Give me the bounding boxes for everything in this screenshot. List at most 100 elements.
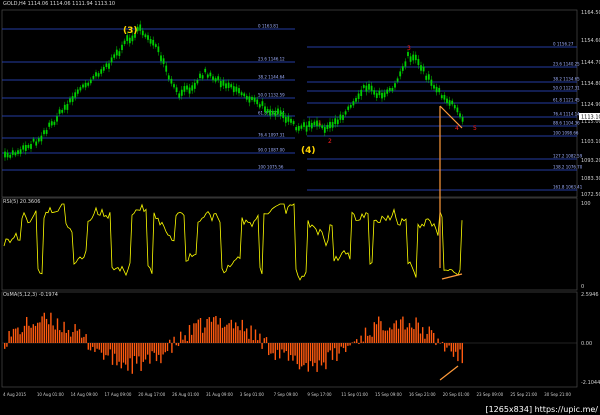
candle-body <box>32 138 35 142</box>
osma-bar <box>419 333 422 343</box>
osma-bar <box>191 334 193 343</box>
time-tick-label: 14 Aug 09:00 <box>71 392 98 397</box>
candle-body <box>264 106 266 113</box>
osma-bar <box>349 343 351 346</box>
osma-bar <box>114 343 116 354</box>
osma-bar <box>125 343 127 365</box>
candle-body <box>175 87 178 93</box>
osma-bar <box>153 343 155 353</box>
osma-bar <box>160 343 162 364</box>
osma-bar <box>120 343 122 369</box>
candle-body <box>297 125 300 131</box>
main-panel-frame <box>1 9 578 198</box>
fib-label-right: 127.2 1082.59 <box>553 154 583 159</box>
osma-bar <box>171 343 173 353</box>
candle-body <box>113 54 116 58</box>
osma-bar <box>155 343 158 362</box>
candle-body <box>453 105 456 109</box>
symbol-title: GOLD,H4 <box>3 1 26 7</box>
chart-canvas[interactable]: 1164.501154.601144.701134.801124.901115.… <box>0 0 600 415</box>
osma-bar <box>281 343 283 350</box>
osma-bar <box>452 343 455 357</box>
osma-bar <box>19 334 21 343</box>
time-tick-label: 11 Sep 01:00 <box>341 392 368 397</box>
osma-bar <box>193 323 195 343</box>
candle-body <box>82 84 84 88</box>
osma-bar <box>8 331 10 343</box>
candle-body <box>147 35 149 40</box>
price-tick-label: 1164.50 <box>581 10 600 16</box>
osma-bar <box>136 343 138 364</box>
osma-bar <box>45 318 48 343</box>
arrow-osma <box>439 365 459 381</box>
osma-bar <box>166 343 169 352</box>
candle-body <box>253 97 256 102</box>
osma-bar <box>411 327 413 343</box>
candle-body <box>63 104 66 110</box>
time-tick-label: 26 Aug 01:00 <box>172 392 199 397</box>
osma-bar <box>417 322 419 343</box>
candle-body <box>69 98 71 103</box>
candle-body <box>201 75 204 79</box>
osma-bar <box>314 343 316 363</box>
wave-label-4: (4) <box>301 146 316 156</box>
ohlc-high: 1114.06 <box>49 1 71 7</box>
candle-body <box>417 58 420 66</box>
fib-label-right: 50.0 1127.31 <box>553 86 580 91</box>
fib-label-left: 0 1163.81 <box>258 24 279 29</box>
osma-bar <box>228 323 230 343</box>
candle-body <box>440 95 443 99</box>
candle-body <box>451 100 454 105</box>
osma-bar <box>378 316 380 343</box>
osma-bar <box>48 324 50 343</box>
osma-bar <box>21 332 23 343</box>
osma-bar <box>250 325 252 343</box>
candle-body <box>225 83 227 89</box>
price-tick-label: 1072.50 <box>581 192 600 198</box>
candle-body <box>30 143 32 149</box>
osma-bar <box>173 336 175 343</box>
osma-bar <box>127 343 129 371</box>
osma-bar <box>428 326 430 343</box>
candle-body <box>383 92 386 98</box>
osma-bar <box>430 330 433 343</box>
candle-body <box>222 80 225 86</box>
osma-bar <box>384 330 386 343</box>
osma-bar <box>334 343 336 349</box>
wave-label-4-minor: 4 <box>455 125 459 132</box>
time-tick-label: 10 Aug 01:00 <box>37 392 64 397</box>
osma-bar <box>257 340 259 343</box>
osma-bar <box>413 329 415 343</box>
candle-body <box>178 93 181 98</box>
osma-bar <box>151 343 153 352</box>
candle-body <box>48 122 51 127</box>
osma-bar <box>226 324 228 343</box>
osma-bar <box>424 338 426 343</box>
fib-label-right: 88.6 1104.36 <box>553 121 580 126</box>
osma-tick-zero: 0.00 <box>581 341 592 347</box>
osma-bar <box>107 343 109 356</box>
fib-label-right: 23.6 1140.25 <box>553 62 580 67</box>
candle-body <box>248 96 251 103</box>
fib-label-right: 38.2 1134.65 <box>553 77 580 82</box>
osma-bar <box>268 343 270 356</box>
candle-body <box>162 58 165 64</box>
candle-body <box>274 110 277 117</box>
osma-bar <box>4 343 6 349</box>
osma-bar <box>404 329 406 343</box>
osma-bar <box>131 343 133 374</box>
osma-bar <box>408 323 411 343</box>
osma-bar <box>347 343 349 346</box>
osma-bar <box>158 343 160 355</box>
price-tick-label: 1154.60 <box>581 38 600 44</box>
osma-bar <box>61 332 63 343</box>
candle-body <box>24 145 27 151</box>
candle-body <box>425 75 428 80</box>
candle-body <box>269 109 272 116</box>
fib-label-left: 23.6 1146.12 <box>258 57 285 62</box>
candle-body <box>43 130 45 135</box>
osma-bar <box>375 324 378 343</box>
candle-body <box>238 88 240 94</box>
osma-bar <box>287 343 290 361</box>
candle-body <box>115 49 118 56</box>
